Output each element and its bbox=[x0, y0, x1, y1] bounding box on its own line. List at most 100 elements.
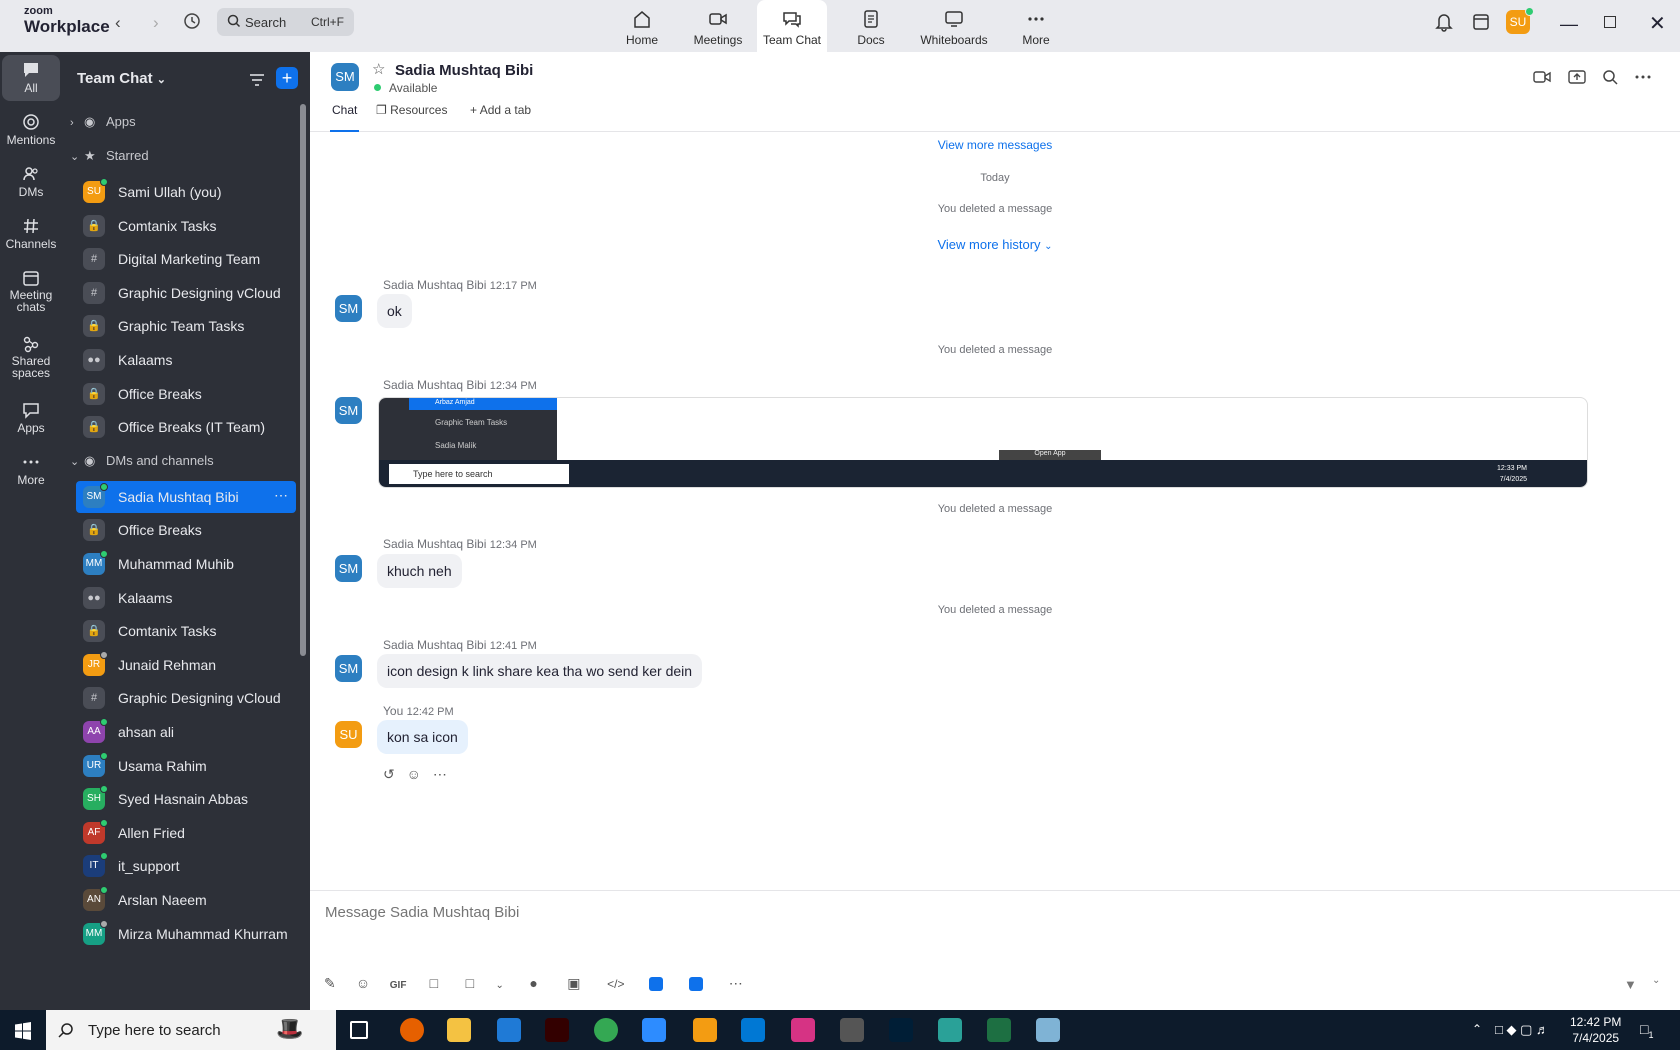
nav-whiteboards[interactable]: Whiteboards bbox=[916, 0, 992, 52]
pen-tool-icon[interactable] bbox=[840, 1018, 864, 1042]
list-item[interactable]: MM Mirza Muhammad Khurram bbox=[76, 918, 296, 950]
task-view-icon[interactable] bbox=[350, 1021, 368, 1039]
share-screen-icon[interactable] bbox=[1568, 69, 1586, 85]
search-box[interactable]: Search Ctrl+F bbox=[217, 8, 354, 36]
contact-name[interactable]: Sadia Mushtaq Bibi bbox=[395, 62, 533, 79]
file-icon[interactable]: □ bbox=[430, 975, 462, 991]
group-apps[interactable]: › ◉ Apps bbox=[70, 114, 136, 130]
message-bubble[interactable]: ok bbox=[377, 294, 412, 328]
tray-icons[interactable]: □ ◆ ▢ ♬ bbox=[1495, 1022, 1549, 1038]
outlook-icon[interactable] bbox=[741, 1018, 765, 1042]
minimize-button[interactable]: — bbox=[1560, 14, 1578, 35]
rail-meeting-chats[interactable]: Meeting chats bbox=[2, 263, 60, 323]
taskbar-clock[interactable]: 12:42 PM 7/4/2025 bbox=[1570, 1014, 1621, 1046]
illustrator-icon[interactable] bbox=[545, 1018, 569, 1042]
list-item[interactable]: AN Arslan Naeem bbox=[76, 884, 296, 916]
list-item[interactable]: ●● Kalaams bbox=[76, 582, 296, 614]
panel-title[interactable]: Team Chat ⌄ bbox=[77, 70, 166, 87]
my-avatar[interactable]: SU bbox=[335, 721, 362, 748]
list-item[interactable]: 🔒 Office Breaks bbox=[76, 514, 296, 546]
list-item[interactable]: ●● Kalaams bbox=[76, 344, 296, 376]
gif-button[interactable]: GIF bbox=[390, 980, 426, 991]
list-item[interactable]: MM Muhammad Muhib bbox=[76, 548, 296, 580]
filter-icon[interactable] bbox=[248, 72, 266, 88]
group-starred[interactable]: ⌄ ★ Starred bbox=[70, 148, 149, 164]
format-icon[interactable]: ✎ bbox=[324, 975, 352, 992]
chat-search-icon[interactable] bbox=[1602, 69, 1618, 85]
message-more-icon[interactable]: ⋯ bbox=[433, 766, 447, 782]
view-more-messages-link[interactable]: View more messages bbox=[310, 138, 1680, 152]
nav-docs[interactable]: Docs bbox=[841, 0, 901, 52]
list-item[interactable]: UR Usama Rahim bbox=[76, 750, 296, 782]
xampp-icon[interactable] bbox=[693, 1018, 717, 1042]
list-item[interactable]: JR Junaid Rehman bbox=[76, 649, 296, 681]
rail-dms[interactable]: DMs bbox=[2, 159, 60, 205]
message-input[interactable] bbox=[325, 899, 1655, 925]
history-icon[interactable] bbox=[183, 12, 201, 30]
file-explorer-icon[interactable] bbox=[447, 1018, 471, 1042]
new-chat-button[interactable]: + bbox=[276, 67, 298, 89]
star-icon[interactable]: ☆ bbox=[372, 60, 385, 78]
photoshop-icon[interactable] bbox=[889, 1018, 913, 1042]
emoji-icon[interactable]: ☺ bbox=[356, 975, 386, 991]
message-bubble[interactable]: khuch neh bbox=[377, 554, 462, 588]
calendar-app-icon[interactable] bbox=[1472, 12, 1490, 32]
chevron-down-icon[interactable]: ⌄ bbox=[1652, 975, 1660, 986]
list-item[interactable]: 🔒 Office Breaks (IT Team) bbox=[76, 411, 296, 443]
emoji-reaction-icon[interactable]: ☺ bbox=[407, 766, 421, 782]
list-item[interactable]: 🔒 Graphic Team Tasks bbox=[76, 310, 296, 342]
list-item[interactable]: AF Allen Fried bbox=[76, 817, 296, 849]
chrome-icon[interactable] bbox=[594, 1018, 618, 1042]
rail-mentions[interactable]: Mentions bbox=[2, 107, 60, 153]
screenshot-icon[interactable]: □ bbox=[466, 975, 492, 991]
close-button[interactable]: ✕ bbox=[1649, 11, 1666, 36]
app-icon[interactable] bbox=[649, 977, 664, 992]
tab-resources[interactable]: ❐ Resources bbox=[376, 100, 447, 120]
sender-avatar[interactable]: SM bbox=[335, 555, 362, 582]
list-item[interactable]: 🔒 Comtanix Tasks bbox=[76, 615, 296, 647]
video-call-icon[interactable] bbox=[1533, 70, 1551, 84]
forward-arrow-icon[interactable]: › bbox=[153, 13, 159, 33]
list-item[interactable]: AA ahsan ali bbox=[76, 716, 296, 748]
list-item[interactable]: # Graphic Designing vCloud bbox=[76, 682, 296, 714]
rail-all[interactable]: All bbox=[2, 55, 60, 101]
nav-home[interactable]: Home bbox=[616, 0, 668, 52]
excel-icon[interactable] bbox=[987, 1018, 1011, 1042]
vscode-icon[interactable] bbox=[497, 1018, 521, 1042]
send-options-icon[interactable]: ▼ bbox=[1624, 977, 1637, 992]
message-bubble[interactable]: kon sa icon bbox=[377, 720, 468, 754]
list-item[interactable]: # Graphic Designing vCloud bbox=[76, 277, 296, 309]
nav-more[interactable]: More bbox=[1006, 0, 1066, 52]
composer-more-icon[interactable]: ⋯ bbox=[729, 975, 743, 991]
list-item[interactable]: SM Sadia Mushtaq Bibi ⋯ bbox=[76, 480, 296, 513]
notepad-icon[interactable] bbox=[1036, 1018, 1060, 1042]
windows-start-icon[interactable] bbox=[14, 1022, 32, 1040]
sender-avatar[interactable]: SM bbox=[335, 295, 362, 322]
notification-icon[interactable]: □1 bbox=[1640, 1021, 1653, 1040]
chat-more-icon[interactable] bbox=[1635, 74, 1651, 80]
nav-team-chat[interactable]: Team Chat bbox=[757, 0, 827, 52]
creative-cloud-icon[interactable] bbox=[791, 1018, 815, 1042]
tray-chevron-icon[interactable]: ⌃ bbox=[1472, 1022, 1482, 1036]
zoom-app-icon[interactable] bbox=[688, 977, 703, 992]
back-arrow-icon[interactable]: ‹ bbox=[115, 13, 121, 33]
sender-avatar[interactable]: SM bbox=[335, 655, 362, 682]
message-bubble[interactable]: icon design k link share kea tha wo send… bbox=[377, 654, 703, 688]
list-item[interactable]: SH Syed Hasnain Abbas bbox=[76, 783, 296, 815]
rail-channels[interactable]: Channels bbox=[2, 211, 60, 257]
firefox-icon[interactable] bbox=[400, 1018, 424, 1042]
chevron-down-icon[interactable]: ⌄ bbox=[495, 980, 525, 991]
list-item[interactable]: 🔒 Comtanix Tasks bbox=[76, 210, 296, 242]
group-dms[interactable]: ⌄ ◉ DMs and channels bbox=[70, 453, 214, 469]
view-more-history-link[interactable]: View more history ⌄ bbox=[310, 237, 1680, 252]
bell-icon[interactable] bbox=[1435, 12, 1453, 32]
add-tab-button[interactable]: + Add a tab bbox=[470, 100, 531, 120]
image-attachment[interactable]: Arbaz Amjad Graphic Team Tasks Sadia Mal… bbox=[378, 397, 1588, 488]
maximize-button[interactable] bbox=[1604, 16, 1616, 28]
contact-avatar[interactable]: SM bbox=[331, 63, 359, 91]
microphone-icon[interactable]: ● bbox=[529, 975, 563, 991]
reply-icon[interactable]: ↺ bbox=[383, 766, 395, 782]
rail-apps[interactable]: Apps bbox=[2, 395, 60, 441]
rail-more[interactable]: More bbox=[2, 447, 60, 493]
list-item[interactable]: SU Sami Ullah (you) bbox=[76, 176, 296, 208]
